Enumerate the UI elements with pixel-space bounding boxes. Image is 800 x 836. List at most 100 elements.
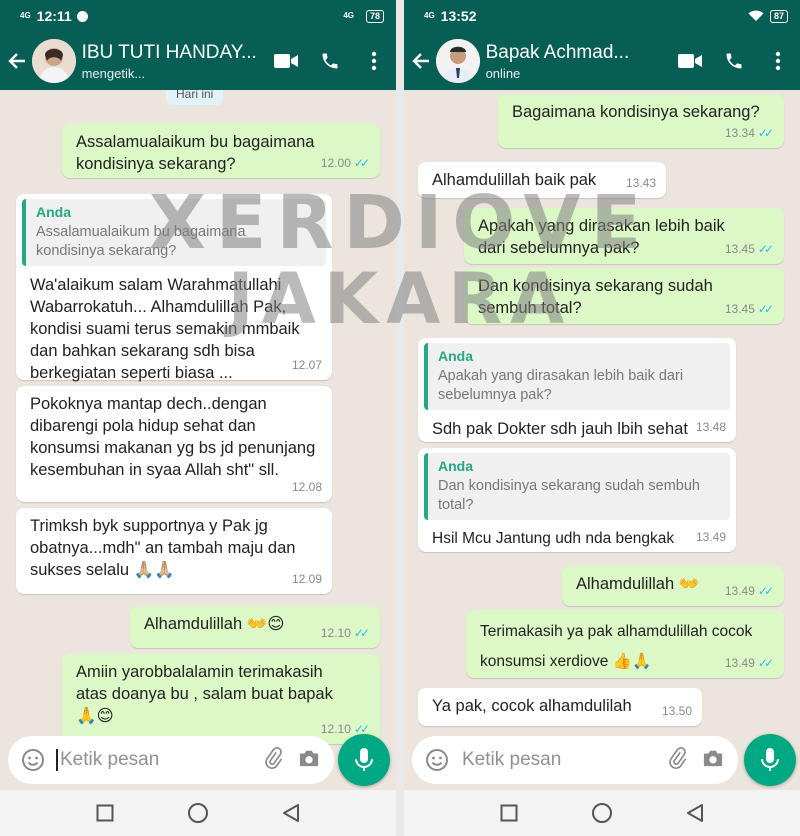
message-text: Ya pak, cocok alhamdulilah (432, 697, 632, 715)
mic-button[interactable] (744, 734, 796, 786)
contact-name[interactable]: Bapak Achmad... (486, 42, 668, 64)
message-list: Hari ini Assalamualaikum bu bagaimana ko… (0, 90, 396, 786)
message-composer: Ketik pesan (412, 736, 738, 784)
camera-icon[interactable] (298, 748, 320, 773)
read-ticks-icon: ✓✓ (757, 656, 774, 670)
message-bubble[interactable]: Anda Assalamualaikum bu bagaimana kondis… (16, 194, 332, 382)
message-text: Wa'alaikum salam Warahmatullahi Wabarrok… (30, 276, 300, 382)
message-bubble[interactable]: Bagaimana kondisinya sekarang? 13.34 ✓✓ (498, 94, 784, 148)
message-text: Hsil Mcu Jantung udh nda bengkak (432, 530, 675, 547)
voice-call-icon[interactable] (712, 39, 756, 83)
home-icon[interactable] (591, 802, 613, 824)
message-composer: Ketik pesan (8, 736, 334, 784)
status-bar: 4G 12:11 4G 78 (0, 0, 396, 32)
chat-screen-left: 4G 12:11 4G 78 IBU TUTI HANDAY... menget… (0, 0, 396, 836)
message-text: Bagaimana kondisinya sekarang? (512, 103, 760, 121)
emoji-icon[interactable] (420, 743, 454, 777)
message-bubble[interactable]: Apakah yang dirasakan lebih baik dari se… (464, 208, 784, 264)
video-call-icon[interactable] (668, 39, 712, 83)
contact-status: online (485, 65, 521, 81)
message-bubble[interactable]: Alhamdulillah 👐😊 12.10 ✓✓ (130, 606, 380, 648)
camera-icon[interactable] (702, 748, 724, 773)
message-bubble[interactable]: Amiin yarobbalalamin terimakasih atas do… (62, 654, 380, 744)
back-nav-icon[interactable] (686, 803, 704, 823)
quoted-message[interactable]: Anda Dan kondisinya sekarang sudah sembu… (424, 453, 730, 520)
back-nav-icon[interactable] (282, 803, 300, 823)
system-nav-bar (404, 790, 800, 836)
more-options-icon[interactable] (352, 39, 396, 83)
message-time: 13.50 (661, 704, 692, 718)
message-time: 13.34 (724, 126, 755, 140)
message-time: 13.45 (724, 302, 755, 316)
chat-header: Bapak Achmad... online (404, 32, 800, 90)
network-indicator-right: 4G (343, 11, 354, 20)
read-ticks-icon: ✓✓ (353, 626, 370, 640)
voice-call-icon[interactable] (308, 39, 352, 83)
message-text: Apakah yang dirasakan lebih baik dari se… (478, 217, 725, 257)
quote-author: Anda (438, 348, 473, 364)
quote-text: Apakah yang dirasakan lebih baik dari se… (438, 368, 684, 403)
mic-icon (761, 748, 779, 771)
message-text: Trimksh byk supportnya y Pak jg obatnya.… (30, 517, 296, 579)
contact-avatar[interactable] (435, 39, 480, 83)
message-text: Sdh pak Dokter sdh jauh lbih sehat (432, 420, 688, 438)
recent-apps-icon[interactable] (500, 804, 518, 822)
date-chip: Hari ini (166, 90, 224, 105)
chat-screen-right: 4G 13:52 87 Bapak Achmad... online Bagai… (404, 0, 800, 836)
message-text: Pokoknya mantap dech..dengan dibarengi p… (30, 395, 316, 479)
message-input[interactable]: Ketik pesan (56, 749, 159, 771)
message-time: 13.48 (695, 420, 726, 434)
message-bubble[interactable]: Trimksh byk supportnya y Pak jg obatnya.… (16, 508, 332, 594)
quote-text: Dan kondisinya sekarang sudah sembuh tot… (438, 478, 700, 513)
message-time: 12.09 (291, 572, 322, 586)
quoted-message[interactable]: Anda Assalamualaikum bu bagaimana kondis… (22, 199, 326, 266)
status-time: 12:11 (36, 8, 72, 24)
system-nav-bar (0, 790, 396, 836)
contact-status: mengetik... (81, 65, 146, 81)
message-bubble[interactable]: Alhamdulillah baik pak 13.43 (418, 162, 666, 198)
more-options-icon[interactable] (756, 39, 800, 83)
attach-icon[interactable] (262, 746, 284, 774)
message-bubble[interactable]: Dan kondisinya sekarang sudah sembuh tot… (464, 268, 784, 324)
recent-apps-icon[interactable] (96, 804, 114, 822)
message-bubble[interactable]: Alhamdulillah 👐 13.49 ✓✓ (562, 566, 784, 606)
message-time: 12.10 (320, 722, 351, 736)
emoji-icon[interactable] (16, 743, 50, 777)
contact-avatar[interactable] (31, 39, 76, 83)
message-text: Alhamdulillah baik pak (432, 171, 597, 189)
quoted-message[interactable]: Anda Apakah yang dirasakan lebih baik da… (424, 343, 730, 410)
message-time: 13.45 (724, 242, 755, 256)
message-time: 12.08 (291, 480, 322, 494)
message-bubble[interactable]: Pokoknya mantap dech..dengan dibarengi p… (16, 386, 332, 502)
message-bubble[interactable]: Anda Apakah yang dirasakan lebih baik da… (418, 338, 736, 442)
attach-icon[interactable] (666, 746, 688, 774)
quote-author: Anda (36, 204, 71, 220)
video-call-icon[interactable] (264, 39, 308, 83)
read-ticks-icon: ✓✓ (353, 156, 370, 170)
home-icon[interactable] (187, 802, 209, 824)
status-time: 13:52 (440, 8, 477, 24)
message-list: Bagaimana kondisinya sekarang? 13.34 ✓✓ A… (404, 90, 800, 786)
message-text: Amiin yarobbalalamin terimakasih atas do… (76, 663, 333, 725)
message-bubble[interactable]: Terimakasih ya pak alhamdulillah cocok k… (466, 610, 784, 678)
message-bubble[interactable]: Ya pak, cocok alhamdulilah 13.50 (418, 688, 702, 726)
battery-icon: 87 (769, 9, 788, 23)
mic-button[interactable] (338, 734, 390, 786)
notification-icon (76, 10, 88, 22)
network-indicator: 4G (424, 11, 435, 20)
back-arrow-icon[interactable] (2, 32, 32, 90)
read-ticks-icon: ✓✓ (757, 302, 774, 316)
message-bubble[interactable]: Assalamualaikum bu bagaimana kondisinya … (62, 124, 380, 178)
message-time: 12.07 (291, 358, 322, 372)
back-arrow-icon[interactable] (406, 32, 436, 90)
quote-text: Assalamualaikum bu bagaimana kondisinya … (36, 224, 246, 259)
read-ticks-icon: ✓✓ (757, 242, 774, 256)
message-time: 12.00 (320, 156, 351, 170)
message-text: Dan kondisinya sekarang sudah sembuh tot… (478, 277, 713, 317)
network-indicator: 4G (20, 11, 31, 20)
message-bubble[interactable]: Anda Dan kondisinya sekarang sudah sembu… (418, 448, 736, 552)
contact-name[interactable]: IBU TUTI HANDAY... (82, 42, 264, 64)
message-input[interactable]: Ketik pesan (462, 749, 561, 771)
chat-header: IBU TUTI HANDAY... mengetik... (0, 32, 396, 90)
message-time: 13.43 (625, 176, 656, 190)
